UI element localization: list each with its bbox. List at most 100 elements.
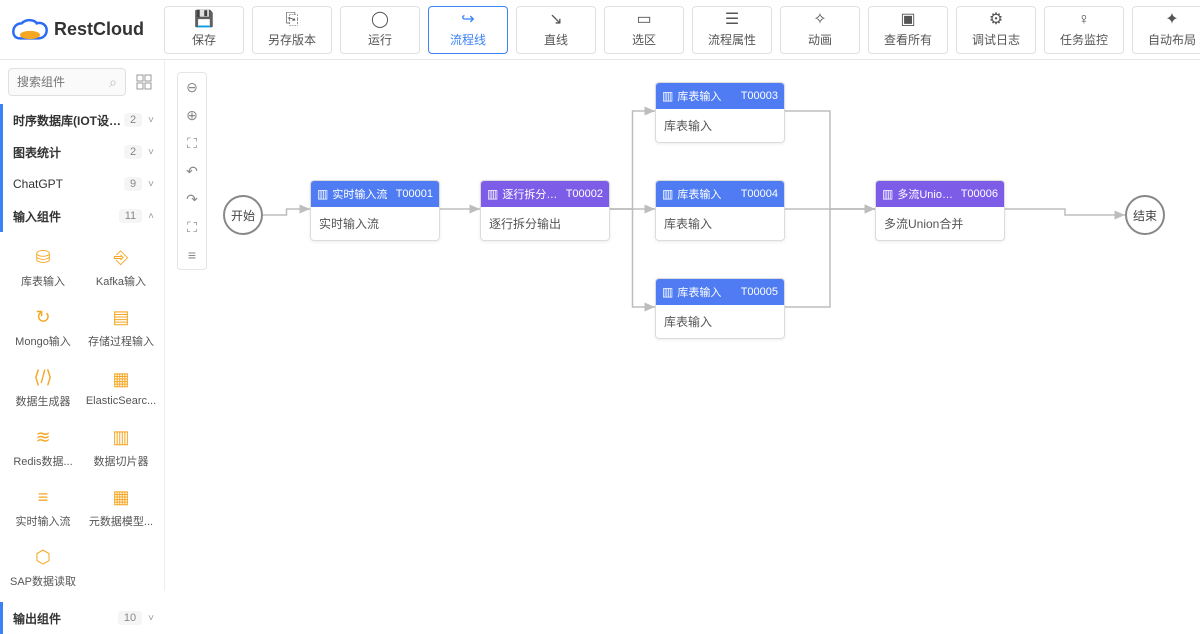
component-实时输入流[interactable]: ≡ 实时输入流	[4, 478, 82, 536]
toolbar-label: 运行	[368, 31, 392, 48]
toolbar-保存[interactable]: 💾保存	[164, 6, 244, 54]
node-T00001[interactable]: ▥实时输入流T00001实时输入流	[310, 180, 440, 241]
search-input-wrap[interactable]: ⌕	[8, 68, 126, 96]
category-输入组件[interactable]: 输入组件11˄	[0, 200, 164, 232]
node-icon: ▥	[882, 187, 893, 201]
toolbar-label: 选区	[632, 31, 656, 48]
toolbar-运行[interactable]: ◯运行	[340, 6, 420, 54]
node-icon: ▥	[487, 187, 498, 201]
toolbar-label: 任务监控	[1060, 31, 1108, 48]
category-label: 输入组件	[13, 208, 119, 225]
toolbar-直线[interactable]: ↘ 直线	[516, 6, 596, 54]
node-header: ▥ 库表输入 T00004	[656, 181, 784, 207]
canvas-tool-3[interactable]: ↶	[178, 157, 206, 185]
toolbar-icon: ↪	[461, 12, 474, 28]
node-title: 库表输入	[677, 186, 736, 202]
component-icon: ⟨/⟩	[31, 365, 55, 389]
component-Mongo输入[interactable]: ↻Mongo输入	[4, 298, 82, 356]
node-id: T00004	[741, 188, 778, 200]
canvas-tool-4[interactable]: ↷	[178, 185, 206, 213]
category-label: ChatGPT	[13, 177, 124, 191]
component-元数据模型...[interactable]: ▦元数据模型...	[82, 478, 160, 536]
component-label: 库表输入	[21, 273, 65, 289]
component-库表输入[interactable]: ⛁库表输入	[4, 238, 82, 296]
toolbar-查看所有[interactable]: ▣查看所有	[868, 6, 948, 54]
toolbar-任务监控[interactable]: ♀任务监控	[1044, 6, 1124, 54]
toolbar-icon: ✦	[1165, 12, 1178, 28]
toolbar-label: 另存版本	[268, 31, 316, 48]
node-T00006[interactable]: ▥多流Union...T00006多流Union合并	[875, 180, 1005, 241]
component-数据切片器[interactable]: ▥数据切片器	[82, 418, 160, 476]
canvas-tool-0[interactable]: ⊖	[178, 73, 206, 101]
component-SAP数据读取[interactable]: ⬡SAP数据读取	[4, 538, 82, 596]
category-时序数据库(IOT设备)[interactable]: 时序数据库(IOT设备)2˅	[0, 104, 164, 136]
node-icon: ▥	[662, 187, 673, 201]
toolbar-label: 保存	[192, 31, 216, 48]
toolbar-icon: ⎘	[286, 12, 299, 28]
component-存储过程输入[interactable]: ▤ 存储过程输入	[82, 298, 160, 356]
grid-view-icon[interactable]	[132, 70, 156, 94]
node-title: 库表输入	[677, 284, 736, 300]
toolbar-另存版本[interactable]: ⎘ 另存版本	[252, 6, 332, 54]
node-body: 库表输入	[656, 305, 784, 338]
component-icon: ▤	[109, 305, 133, 329]
toolbar-流程线[interactable]: ↪流程线	[428, 6, 508, 54]
canvas[interactable]: ⊖⊕⛶↶↷⛶≡ 开始结束▥实时输入流T00001实时输入流▥逐行拆分输...T0…	[165, 60, 1200, 591]
node-title: 实时输入流	[332, 186, 391, 202]
toolbar-icon: ↘	[549, 12, 562, 28]
toolbar-动画[interactable]: ✧动画	[780, 6, 860, 54]
canvas-tool-5[interactable]: ⛶	[178, 213, 206, 241]
category-输出组件[interactable]: 输出组件10˅	[0, 602, 164, 634]
component-label: 实时输入流	[16, 513, 71, 529]
node-T00002[interactable]: ▥逐行拆分输...T00002逐行拆分输出	[480, 180, 610, 241]
node-id: T00006	[961, 188, 998, 200]
canvas-tool-2[interactable]: ⛶	[178, 129, 206, 157]
search-icon: ⌕	[109, 74, 117, 91]
end-node[interactable]: 结束	[1125, 195, 1165, 235]
header: RestCloud 💾保存 ⎘ 另存版本 ◯运行↪流程线 ↘ 直线 ▭选区☰流程属性✧动画▣…	[0, 0, 1200, 60]
chevron-icon: ˅	[148, 179, 154, 190]
component-数据生成器[interactable]: ⟨/⟩ 数据生成器	[4, 358, 82, 416]
brand-text: RestCloud	[54, 19, 144, 40]
node-header: ▥实时输入流T00001	[311, 181, 439, 207]
category-count: 2	[124, 113, 142, 127]
category-count: 2	[124, 145, 142, 159]
category-图表统计[interactable]: 图表统计2˅	[0, 136, 164, 168]
canvas-tool-6[interactable]: ≡	[178, 241, 206, 269]
node-title: 逐行拆分输...	[502, 186, 561, 202]
node-header: ▥逐行拆分输...T00002	[481, 181, 609, 207]
node-T00005[interactable]: ▥库表输入T00005库表输入	[655, 278, 785, 339]
toolbar-自动布局[interactable]: ✦ 自动布局	[1132, 6, 1200, 54]
toolbar-label: 直线	[544, 31, 568, 48]
category-count: 9	[124, 177, 142, 191]
component-label: Redis数据...	[13, 453, 72, 469]
toolbar-选区[interactable]: ▭选区	[604, 6, 684, 54]
node-T00004[interactable]: ▥ 库表输入 T00004库表输入	[655, 180, 785, 241]
node-body: 实时输入流	[311, 207, 439, 240]
component-Kafka输入[interactable]: ⎆Kafka输入	[82, 238, 160, 296]
start-node[interactable]: 开始	[223, 195, 263, 235]
canvas-tool-1[interactable]: ⊕	[178, 101, 206, 129]
category-count: 10	[118, 611, 142, 625]
toolbar: 💾保存 ⎘ 另存版本 ◯运行↪流程线 ↘ 直线 ▭选区☰流程属性✧动画▣查看所有⚙调试日志♀…	[164, 6, 1200, 54]
component-Redis数据...[interactable]: ≋Redis数据...	[4, 418, 82, 476]
node-body: 库表输入	[656, 109, 784, 142]
component-icon: ≡	[31, 485, 55, 509]
node-T00003[interactable]: ▥库表输入T00003库表输入	[655, 82, 785, 143]
component-label: 数据切片器	[94, 453, 149, 469]
toolbar-icon: ✧	[813, 12, 826, 28]
node-icon: ▥	[317, 187, 328, 201]
search-input[interactable]	[17, 75, 105, 89]
category-label: 图表统计	[13, 144, 124, 161]
component-label: ElasticSearc...	[86, 395, 156, 407]
toolbar-流程属性[interactable]: ☰流程属性	[692, 6, 772, 54]
component-label: 存储过程输入	[88, 333, 154, 349]
component-ElasticSearc...[interactable]: ▦ElasticSearc...	[82, 358, 160, 416]
node-id: T00005	[741, 286, 778, 298]
component-label: 数据生成器	[16, 393, 71, 409]
category-ChatGPT[interactable]: ChatGPT9 ˅	[0, 168, 164, 200]
node-header: ▥多流Union...T00006	[876, 181, 1004, 207]
toolbar-label: 调试日志	[972, 31, 1020, 48]
toolbar-label: 自动布局	[1148, 31, 1196, 48]
toolbar-调试日志[interactable]: ⚙调试日志	[956, 6, 1036, 54]
